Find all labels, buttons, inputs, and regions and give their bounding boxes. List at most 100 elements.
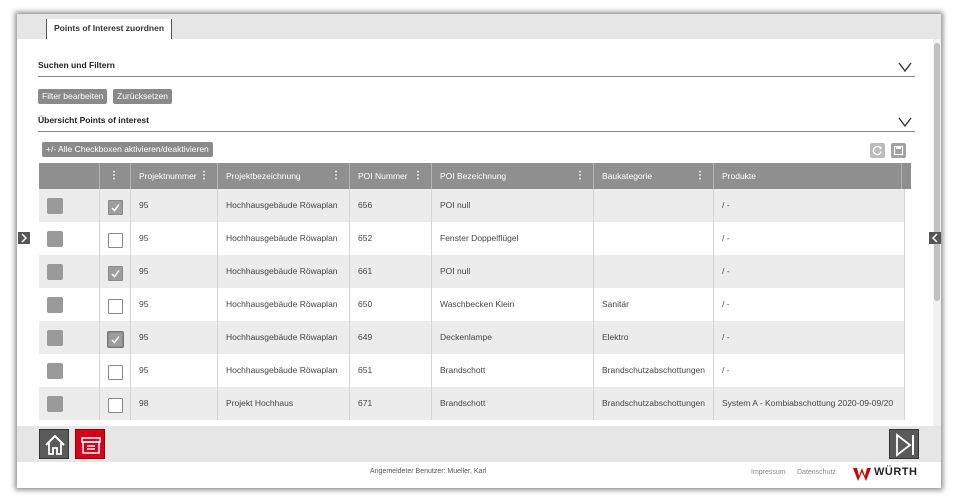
cell-baukategorie: Brandschutzabschottungen: [594, 387, 714, 420]
tab-points-of-interest[interactable]: Points of Interest zuordnen: [46, 19, 173, 39]
check-icon: [111, 204, 120, 212]
cell-projektnummer: 95: [131, 189, 218, 222]
cell-poi-nummer: 671: [350, 387, 432, 420]
header-poi-bezeichnung[interactable]: POI Bezeichnung ⋮: [432, 163, 594, 189]
cell-produkte: / -: [714, 321, 905, 354]
cell-poi-bezeichnung: Brandschott: [432, 387, 594, 420]
cell-select: [39, 255, 100, 288]
check-icon: [111, 270, 120, 278]
cell-projektbezeichnung: Projekt Hochhaus: [218, 387, 350, 420]
header-projektnummer[interactable]: Projektnummer ⋮: [131, 163, 218, 189]
cell-baukategorie: Sanitär: [594, 288, 714, 321]
check-icon: [111, 336, 120, 344]
header-baukategorie[interactable]: Baukategorie ⋮: [594, 163, 714, 189]
refresh-icon: [872, 145, 882, 156]
chevron-right-icon: [21, 233, 28, 243]
row-select-handle[interactable]: [47, 396, 63, 412]
header-select-column: [39, 163, 100, 189]
skip-next-icon: [896, 433, 914, 457]
cell-poi-nummer: 661: [350, 255, 432, 288]
refresh-button[interactable]: [870, 143, 885, 158]
left-panel-toggle[interactable]: [18, 232, 30, 244]
cell-checkbox: [100, 222, 131, 255]
cell-projektnummer: 95: [131, 255, 218, 288]
cell-poi-nummer: 649: [350, 321, 432, 354]
cell-projektbezeichnung: Hochhausgebäude Röwaplan: [218, 255, 350, 288]
app-window: Points of Interest zuordnen Suchen und F…: [17, 14, 941, 488]
row-select-handle[interactable]: [47, 330, 63, 346]
edit-filter-button[interactable]: Filter bearbeiten: [38, 89, 108, 104]
chevron-down-icon[interactable]: [898, 115, 912, 129]
table-row[interactable]: 95 Hochhausgebäude Röwaplan 651 Brandschott…: [39, 354, 905, 387]
row-select-handle[interactable]: [47, 297, 63, 313]
table-row[interactable]: 95 Hochhausgebäude Röwaplan 650 Waschbecken…: [39, 288, 905, 321]
reset-button[interactable]: Zurücksetzen: [113, 89, 173, 104]
cell-checkbox: [100, 255, 131, 288]
header-projektbezeichnung[interactable]: Projektbezeichnung ⋮: [218, 163, 350, 189]
footer: Angemeldeter Benutzer: Mueller, Karl Imp…: [17, 462, 941, 488]
cell-select: [39, 354, 100, 387]
cell-projektbezeichnung: Hochhausgebäude Röwaplan: [218, 321, 350, 354]
chevron-down-icon[interactable]: [898, 60, 912, 74]
header-poi-nummer[interactable]: POI Nummer ⋮: [350, 163, 432, 189]
row-select-handle[interactable]: [47, 363, 63, 379]
cell-projektbezeichnung: Hochhausgebäude Röwaplan: [218, 189, 350, 222]
header-produkte[interactable]: Produkte: [714, 163, 902, 189]
archive-icon: [81, 437, 101, 454]
row-select-handle[interactable]: [47, 198, 63, 214]
row-checkbox[interactable]: [108, 332, 123, 347]
home-button[interactable]: [39, 429, 69, 459]
inbox-archive-button[interactable]: [75, 429, 105, 459]
row-checkbox[interactable]: [108, 398, 123, 413]
overview-section-title: Übersicht Points of interest: [38, 115, 149, 125]
table-row[interactable]: 98 Projekt Hochhaus 671 Brandschott Brandsch…: [39, 387, 905, 420]
divider: [38, 131, 915, 132]
cell-checkbox: [100, 354, 131, 387]
table-row[interactable]: 95 Hochhausgebäude Röwaplan 652 Fenster Dop…: [39, 222, 905, 255]
column-menu-icon[interactable]: ⋮: [199, 170, 209, 181]
cell-select: [39, 288, 100, 321]
table-body: 95 Hochhausgebäude Röwaplan 656 POI null / -…: [39, 189, 905, 425]
row-checkbox[interactable]: [108, 266, 123, 281]
divider: [38, 76, 915, 77]
cell-poi-nummer: 651: [350, 354, 432, 387]
column-menu-icon[interactable]: ⋮: [413, 170, 423, 181]
cell-projektbezeichnung: Hochhausgebäude Röwaplan: [218, 288, 350, 321]
header-checkbox-column[interactable]: ⋮: [100, 163, 131, 189]
column-menu-icon[interactable]: ⋮: [109, 170, 119, 181]
right-panel-toggle[interactable]: [929, 232, 941, 244]
column-menu-icon[interactable]: ⋮: [331, 170, 341, 181]
row-checkbox[interactable]: [108, 200, 123, 215]
row-checkbox[interactable]: [108, 365, 123, 380]
next-button[interactable]: [889, 429, 919, 459]
cell-baukategorie: Brandschutzabschottungen: [594, 354, 714, 387]
datenschutz-link[interactable]: Datenschutz: [797, 469, 836, 476]
cell-select: [39, 387, 100, 420]
bottom-toolbar: [17, 426, 941, 462]
table-row[interactable]: 95 Hochhausgebäude Röwaplan 656 POI null / -: [39, 189, 905, 222]
cell-poi-bezeichnung: POI null: [432, 189, 594, 222]
cell-checkbox: [100, 387, 131, 420]
column-menu-icon[interactable]: ⋮: [695, 170, 705, 181]
cell-projektnummer: 95: [131, 288, 218, 321]
toggle-all-checkboxes-button[interactable]: +/- Alle Checkboxen aktivieren/deaktivie…: [42, 142, 213, 157]
cell-poi-nummer: 650: [350, 288, 432, 321]
row-checkbox[interactable]: [108, 233, 123, 248]
table-row[interactable]: 95 Hochhausgebäude Röwaplan 649 Deckenlampe…: [39, 321, 905, 354]
scrollbar-thumb[interactable]: [934, 43, 940, 301]
cell-poi-bezeichnung: Fenster Doppelflügel: [432, 222, 594, 255]
row-checkbox[interactable]: [108, 299, 123, 314]
table-row[interactable]: 95 Hochhausgebäude Röwaplan 661 POI null / -: [39, 255, 905, 288]
cell-baukategorie: Elektro: [594, 321, 714, 354]
cell-projektnummer: 95: [131, 354, 218, 387]
cell-select: [39, 222, 100, 255]
row-select-handle[interactable]: [47, 231, 63, 247]
save-button[interactable]: [891, 143, 906, 158]
impressum-link[interactable]: Impressum: [751, 469, 786, 476]
table-header: ⋮ Projektnummer ⋮ Projektbezeichnung ⋮ POI…: [39, 163, 911, 189]
row-select-handle[interactable]: [47, 264, 63, 280]
cell-produkte: / -: [714, 255, 905, 288]
cell-poi-nummer: 652: [350, 222, 432, 255]
cell-select: [39, 321, 100, 354]
column-menu-icon[interactable]: ⋮: [575, 170, 585, 181]
